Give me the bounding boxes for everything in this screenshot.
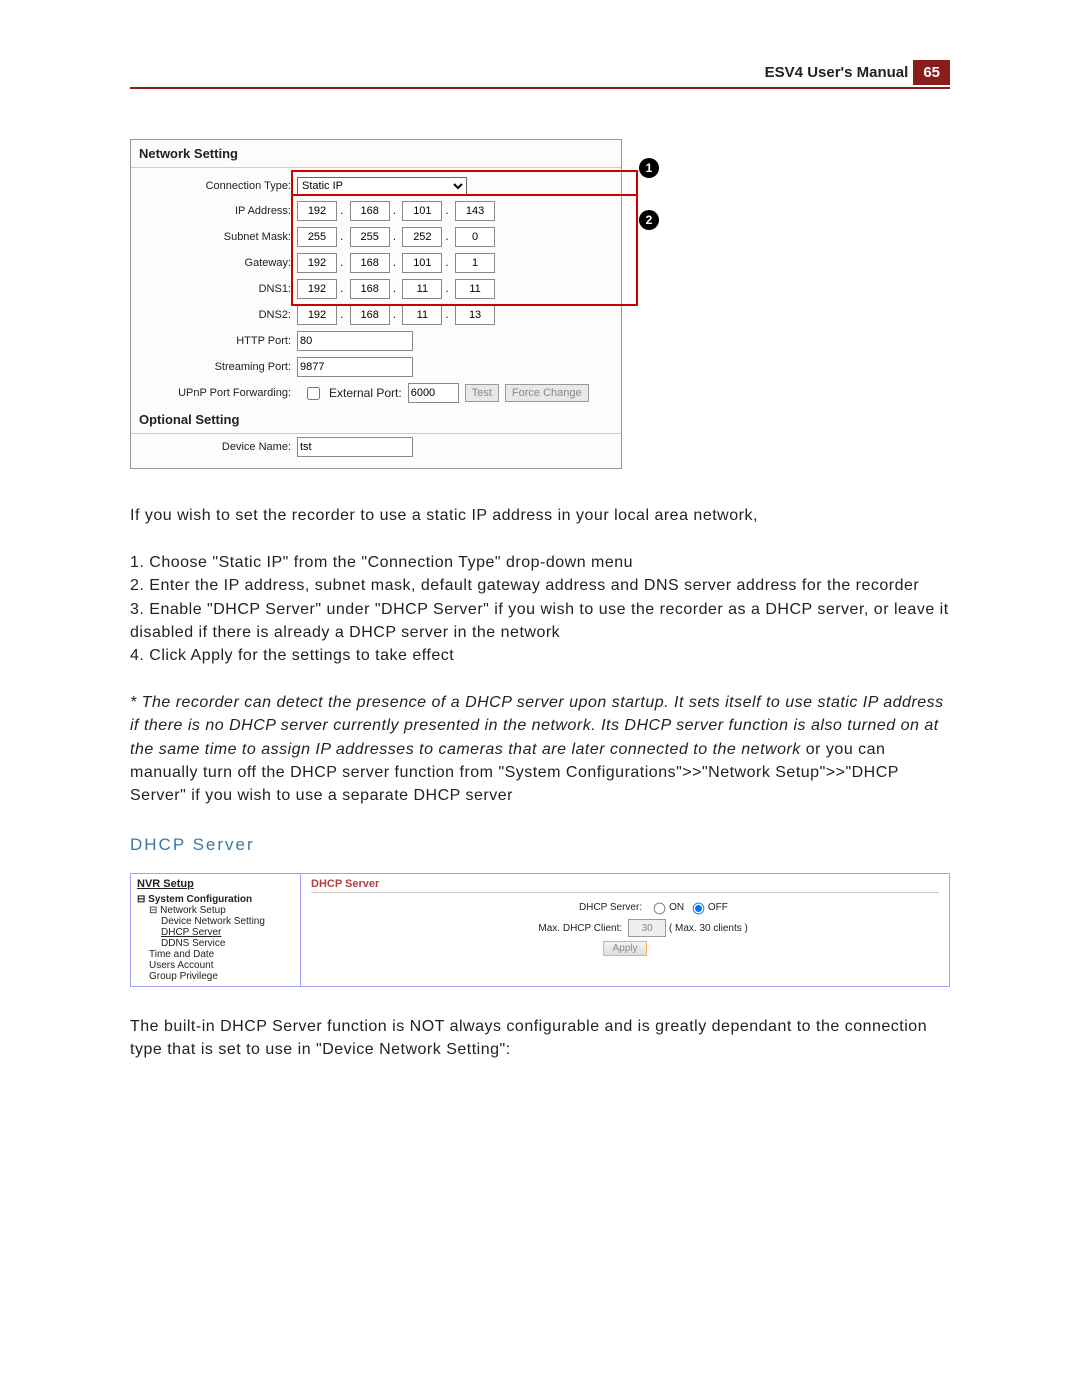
- doc-header: ESV4 User's Manual 65: [130, 60, 950, 89]
- connection-type-label: Connection Type:: [141, 180, 297, 192]
- max-client-hint: ( Max. 30 clients ): [669, 923, 748, 934]
- streaming-port-input[interactable]: [297, 357, 413, 377]
- dhcp-on-radio[interactable]: [654, 903, 666, 915]
- subnet-mask-label: Subnet Mask:: [141, 231, 297, 243]
- force-change-button[interactable]: Force Change: [505, 384, 589, 402]
- steps-list: 1. Choose "Static IP" from the "Connecti…: [130, 551, 950, 667]
- step-1: 1. Choose "Static IP" from the "Connecti…: [130, 551, 950, 574]
- step-4: 4. Click Apply for the settings to take …: [130, 644, 950, 667]
- tree-network-setup[interactable]: ⊟ Network Setup: [149, 905, 294, 916]
- gateway-label: Gateway:: [141, 257, 297, 269]
- streaming-port-label: Streaming Port:: [141, 361, 297, 373]
- gateway-octet-1[interactable]: [297, 253, 337, 273]
- connection-type-select[interactable]: Static IP: [297, 177, 467, 195]
- dhcp-main-title: DHCP Server: [311, 878, 939, 893]
- ip-address-octet-3[interactable]: [402, 201, 442, 221]
- connection-type-row: Connection Type: Static IP: [131, 174, 621, 198]
- step-3: 3. Enable "DHCP Server" under "DHCP Serv…: [130, 598, 950, 644]
- callout-2: 2: [639, 210, 659, 230]
- subnet-octet-3[interactable]: [402, 227, 442, 247]
- ip-address-octet-2[interactable]: [350, 201, 390, 221]
- dns2-octet-4[interactable]: [455, 305, 495, 325]
- page-number: 65: [913, 60, 950, 85]
- dns2-octet-1[interactable]: [297, 305, 337, 325]
- dns1-octet-4[interactable]: [455, 279, 495, 299]
- http-port-input[interactable]: [297, 331, 413, 351]
- gateway-octet-3[interactable]: [402, 253, 442, 273]
- closing-paragraph: The built-in DHCP Server function is NOT…: [130, 1015, 950, 1061]
- network-setting-panel: Network Setting 1 2 Connection Type: Sta…: [130, 139, 622, 469]
- subnet-octet-1[interactable]: [297, 227, 337, 247]
- gateway-octet-2[interactable]: [350, 253, 390, 273]
- tree-ddns-service[interactable]: DDNS Service: [161, 938, 294, 949]
- dns1-label: DNS1:: [141, 283, 297, 295]
- device-name-label: Device Name:: [141, 441, 297, 453]
- dns2-octet-3[interactable]: [402, 305, 442, 325]
- dhcp-server-label: DHCP Server:: [522, 902, 648, 913]
- dhcp-main: DHCP Server DHCP Server: ON OFF Max. DHC…: [301, 874, 949, 986]
- tree-dhcp-server[interactable]: DHCP Server: [161, 927, 294, 938]
- intro-paragraph: If you wish to set the recorder to use a…: [130, 504, 950, 527]
- note-text: * The recorder can detect the presence o…: [130, 691, 950, 807]
- ip-address-row: IP Address: . . .: [131, 198, 621, 224]
- tree-system-config[interactable]: ⊟ System Configuration: [137, 894, 294, 905]
- tree-users-account[interactable]: Users Account: [149, 960, 294, 971]
- dns1-octet-1[interactable]: [297, 279, 337, 299]
- tree-collapse-icon[interactable]: ⊟: [137, 894, 145, 905]
- nav-sidebar: NVR Setup ⊟ System Configuration ⊟ Netwo…: [131, 874, 301, 986]
- upnp-label: UPnP Port Forwarding:: [141, 387, 297, 399]
- dhcp-off-radio[interactable]: [693, 903, 705, 915]
- step-2: 2. Enter the IP address, subnet mask, de…: [130, 574, 950, 597]
- tree-time-and-date[interactable]: Time and Date: [149, 949, 294, 960]
- http-port-label: HTTP Port:: [141, 335, 297, 347]
- test-button[interactable]: Test: [465, 384, 499, 402]
- dhcp-on-label: ON: [669, 902, 684, 913]
- upnp-checkbox[interactable]: [307, 387, 320, 400]
- nvr-setup-link[interactable]: NVR Setup: [137, 878, 194, 890]
- optional-setting-title: Optional Setting: [131, 406, 621, 434]
- apply-button[interactable]: Apply: [603, 941, 646, 956]
- tree-collapse-icon[interactable]: ⊟: [149, 905, 157, 916]
- dns1-octet-3[interactable]: [402, 279, 442, 299]
- subnet-octet-4[interactable]: [455, 227, 495, 247]
- max-client-label: Max. DHCP Client:: [502, 923, 628, 934]
- gateway-octet-4[interactable]: [455, 253, 495, 273]
- dns2-label: DNS2:: [141, 309, 297, 321]
- section-heading-dhcp: DHCP Server: [130, 835, 950, 855]
- max-client-input[interactable]: [628, 919, 666, 937]
- dns1-octet-2[interactable]: [350, 279, 390, 299]
- network-setting-title: Network Setting: [131, 140, 621, 168]
- ip-address-label: IP Address:: [141, 205, 297, 217]
- subnet-octet-2[interactable]: [350, 227, 390, 247]
- dhcp-off-label: OFF: [708, 902, 728, 913]
- doc-title: ESV4 User's Manual: [765, 64, 909, 81]
- tree-device-network-setting[interactable]: Device Network Setting: [161, 916, 294, 927]
- external-port-label: External Port:: [329, 386, 402, 400]
- ip-address-octet-1[interactable]: [297, 201, 337, 221]
- dns2-octet-2[interactable]: [350, 305, 390, 325]
- device-name-input[interactable]: [297, 437, 413, 457]
- ip-address-octet-4[interactable]: [455, 201, 495, 221]
- tree-group-privilege[interactable]: Group Privilege: [149, 971, 294, 982]
- dhcp-server-panel: NVR Setup ⊟ System Configuration ⊟ Netwo…: [130, 873, 950, 987]
- external-port-input[interactable]: [408, 383, 459, 403]
- callout-1: 1: [639, 158, 659, 178]
